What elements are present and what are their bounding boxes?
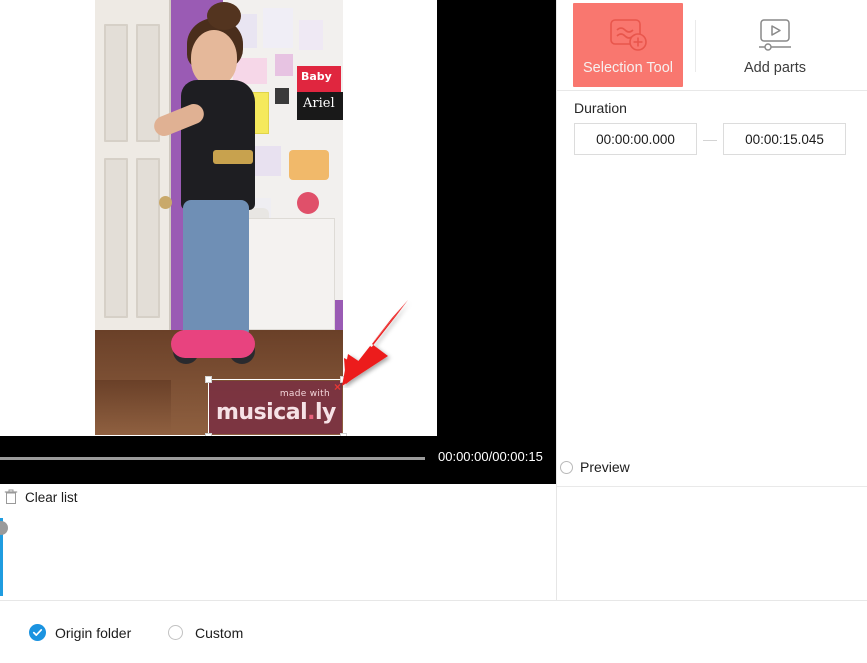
tool-buttons-row: Selection Tool Add parts (557, 0, 867, 91)
person-sleeve-stripe (213, 150, 253, 164)
selection-handle-se[interactable] (340, 433, 347, 436)
add-parts-button[interactable]: Add parts (683, 0, 867, 90)
person-torso (181, 80, 255, 210)
clear-list-button[interactable]: Clear list (0, 484, 556, 510)
red-annotation-arrow-icon (342, 300, 408, 386)
custom-folder-radio[interactable] (168, 625, 183, 640)
selection-tool-icon (605, 14, 651, 58)
watermark-selection-box[interactable]: × (205, 376, 347, 436)
duration-fields: — (574, 123, 867, 155)
selection-handle-sw[interactable] (205, 433, 212, 436)
tool-divider (695, 20, 696, 72)
file-list-area[interactable] (0, 510, 556, 600)
preview-option[interactable]: Preview (557, 450, 867, 484)
timeline-scrubber[interactable] (0, 457, 425, 460)
person-jeans (183, 200, 249, 340)
panel-divider (557, 486, 867, 487)
desk (245, 218, 335, 330)
video-watermark-remover-app: Baby Ariel made with musical.ly × 00:00:… (0, 0, 867, 663)
wood-floor-left (95, 380, 171, 435)
tools-panel: Selection Tool Add parts Duration 00:00:… (556, 0, 867, 600)
duration-title: Duration (574, 100, 627, 116)
custom-folder-label: Custom (195, 625, 244, 641)
video-player-controls[interactable]: 00:00:00/00:00:15 (0, 436, 556, 484)
preview-radio[interactable] (560, 460, 573, 474)
video-frame[interactable]: Baby Ariel made with musical.ly (95, 0, 343, 435)
duration-section: Duration — (557, 91, 867, 155)
door-knob (159, 196, 172, 209)
selection-handle-nw[interactable] (205, 376, 212, 383)
bedroom-door (95, 0, 171, 380)
person-head (191, 30, 237, 86)
origin-folder-radio[interactable] (29, 624, 46, 641)
check-icon (32, 629, 43, 636)
list-item-thumbnail-dot (0, 521, 8, 535)
clear-list-label: Clear list (25, 489, 78, 505)
video-preview-pane[interactable]: Baby Ariel made with musical.ly × (0, 0, 556, 436)
preview-label: Preview (580, 459, 630, 475)
playback-time-label: 00:00:00/00:00:15 (438, 449, 543, 464)
list-item-selected-indicator[interactable] (0, 518, 8, 596)
origin-folder-label: Origin folder (55, 625, 132, 641)
hoverboard (171, 330, 255, 358)
trash-icon (4, 489, 18, 504)
add-parts-icon (753, 14, 797, 58)
add-parts-label: Add parts (743, 60, 807, 76)
duration-separator: — (703, 131, 717, 147)
person-hair-bun (207, 2, 241, 30)
selection-tool-button[interactable]: Selection Tool (573, 3, 683, 87)
selection-tool-label: Selection Tool (582, 60, 674, 76)
duration-end-input[interactable] (723, 123, 846, 155)
duration-start-input[interactable] (574, 123, 697, 155)
video-letterbox-right (437, 0, 556, 436)
output-settings-bar: Origin folder Custom Convert (0, 600, 867, 663)
